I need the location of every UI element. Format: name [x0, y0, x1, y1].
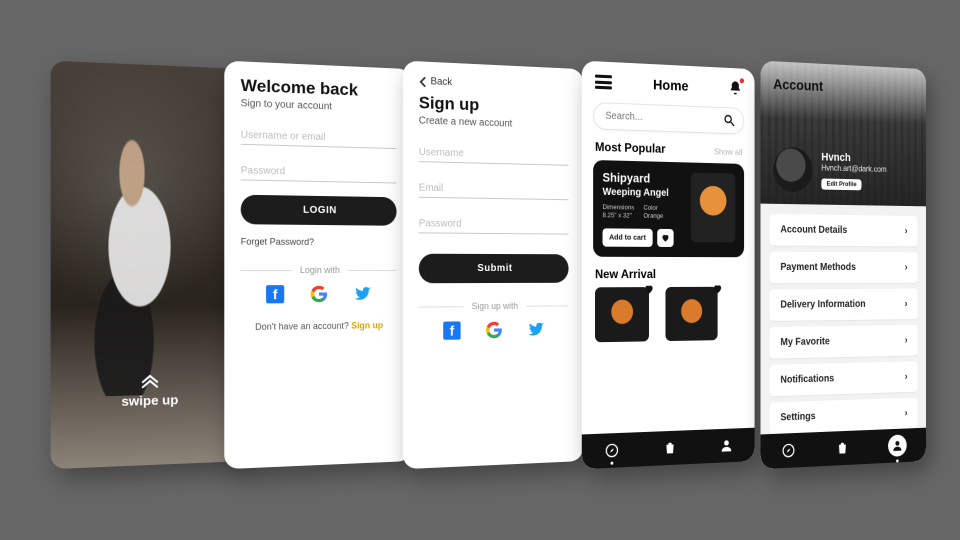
search-icon[interactable]	[723, 113, 735, 127]
swipe-up-label: swipe up	[121, 392, 178, 409]
user-email: Hvnch.art@dark.com	[821, 163, 886, 174]
bag-icon	[663, 440, 678, 457]
submit-button[interactable]: Submit	[419, 254, 569, 284]
page-title: Account	[773, 76, 914, 99]
hamburger-menu-icon[interactable]	[595, 75, 612, 90]
chevron-right-icon: ›	[905, 408, 908, 419]
nav-shop[interactable]	[835, 440, 849, 457]
page-title: Home	[653, 76, 688, 94]
signup-prompt: Don't have an account? Sign up	[241, 320, 397, 332]
section-popular-title: Most Popular	[595, 140, 665, 156]
screen-splash: swipe up	[51, 61, 246, 470]
signup-link[interactable]: Sign up	[351, 320, 383, 330]
chevron-right-icon: ›	[905, 226, 908, 237]
heart-icon[interactable]	[643, 283, 654, 295]
facebook-icon[interactable]: f	[443, 321, 460, 339]
menu-item-delivery[interactable]: Delivery Information›	[770, 289, 918, 321]
google-icon[interactable]	[310, 285, 328, 303]
bottom-nav	[761, 428, 926, 469]
twitter-icon[interactable]	[353, 285, 372, 303]
nav-shop[interactable]	[663, 440, 678, 457]
hero-image-skater	[61, 122, 215, 397]
favorite-button[interactable]	[657, 228, 673, 246]
show-all-link[interactable]: Show all	[714, 146, 742, 157]
signup-email-input[interactable]	[419, 176, 569, 200]
screen-signup: Back Sign up Create a new account Submit…	[403, 61, 583, 470]
product-meta-dimensions: Dimensions8.25" x 32"	[603, 204, 635, 220]
screen-account: Account Hvnch Hvnch.art@dark.com Edit Pr…	[761, 61, 926, 470]
product-image	[691, 172, 736, 242]
signup-title: Sign up	[419, 93, 569, 119]
google-icon[interactable]	[486, 321, 503, 339]
arrival-item[interactable]	[665, 286, 717, 340]
forgot-password-link[interactable]: Forget Password?	[241, 236, 397, 247]
menu-item-favorite[interactable]: My Favorite›	[770, 325, 918, 359]
signup-username-input[interactable]	[419, 141, 569, 166]
bag-icon	[835, 440, 849, 457]
facebook-icon[interactable]: f	[266, 285, 284, 303]
twitter-icon[interactable]	[527, 320, 546, 338]
username-input[interactable]	[241, 123, 397, 149]
person-icon	[720, 437, 734, 453]
chevron-right-icon: ›	[905, 335, 908, 346]
product-subtitle: Weeping Angel	[603, 187, 684, 200]
screen-home: Home Most Popular Show all Shipyard Weep…	[582, 61, 755, 470]
chevron-right-icon: ›	[905, 262, 908, 273]
menu-item-payment[interactable]: Payment Methods›	[770, 252, 918, 284]
avatar[interactable]	[773, 147, 812, 193]
notification-badge	[740, 78, 744, 83]
product-title: Shipyard	[603, 170, 684, 186]
nav-explore[interactable]	[781, 442, 795, 459]
screen-login: Welcome back Sign to your account LOGIN …	[224, 61, 411, 470]
password-input[interactable]	[241, 159, 397, 183]
login-separator: Login with	[241, 265, 397, 275]
arrival-image	[595, 287, 649, 342]
signup-separator: Sign up with	[419, 300, 569, 311]
back-button[interactable]: Back	[419, 76, 569, 93]
compass-icon	[604, 442, 619, 459]
search-input[interactable]	[593, 102, 744, 135]
nav-profile[interactable]	[720, 437, 734, 453]
heart-icon[interactable]	[712, 282, 723, 294]
chevron-up-icon	[141, 372, 159, 388]
arrival-item[interactable]	[595, 287, 649, 342]
bottom-nav	[582, 428, 755, 469]
menu-item-account-details[interactable]: Account Details›	[770, 214, 918, 246]
chevron-right-icon: ›	[905, 299, 908, 310]
menu-item-notifications[interactable]: Notifications›	[770, 361, 918, 396]
arrival-image	[665, 286, 717, 340]
add-to-cart-button[interactable]: Add to cart	[603, 228, 653, 247]
product-meta-color: ColorOrange	[643, 205, 663, 221]
nav-profile[interactable]	[888, 434, 907, 457]
nav-explore[interactable]	[604, 442, 619, 459]
swipe-up-prompt[interactable]: swipe up	[51, 370, 246, 413]
compass-icon	[781, 442, 795, 459]
product-card[interactable]: Shipyard Weeping Angel Dimensions8.25" x…	[593, 160, 744, 257]
section-arrival-title: New Arrival	[595, 267, 656, 281]
chevron-right-icon: ›	[905, 371, 908, 382]
chevron-left-icon	[419, 76, 427, 87]
person-icon	[892, 438, 904, 452]
signup-password-input[interactable]	[419, 212, 569, 235]
account-hero: Account Hvnch Hvnch.art@dark.com Edit Pr…	[761, 61, 926, 207]
login-button[interactable]: LOGIN	[241, 195, 397, 226]
heart-icon	[661, 233, 670, 243]
notifications-icon[interactable]	[728, 80, 742, 96]
edit-profile-button[interactable]: Edit Profile	[821, 178, 861, 190]
